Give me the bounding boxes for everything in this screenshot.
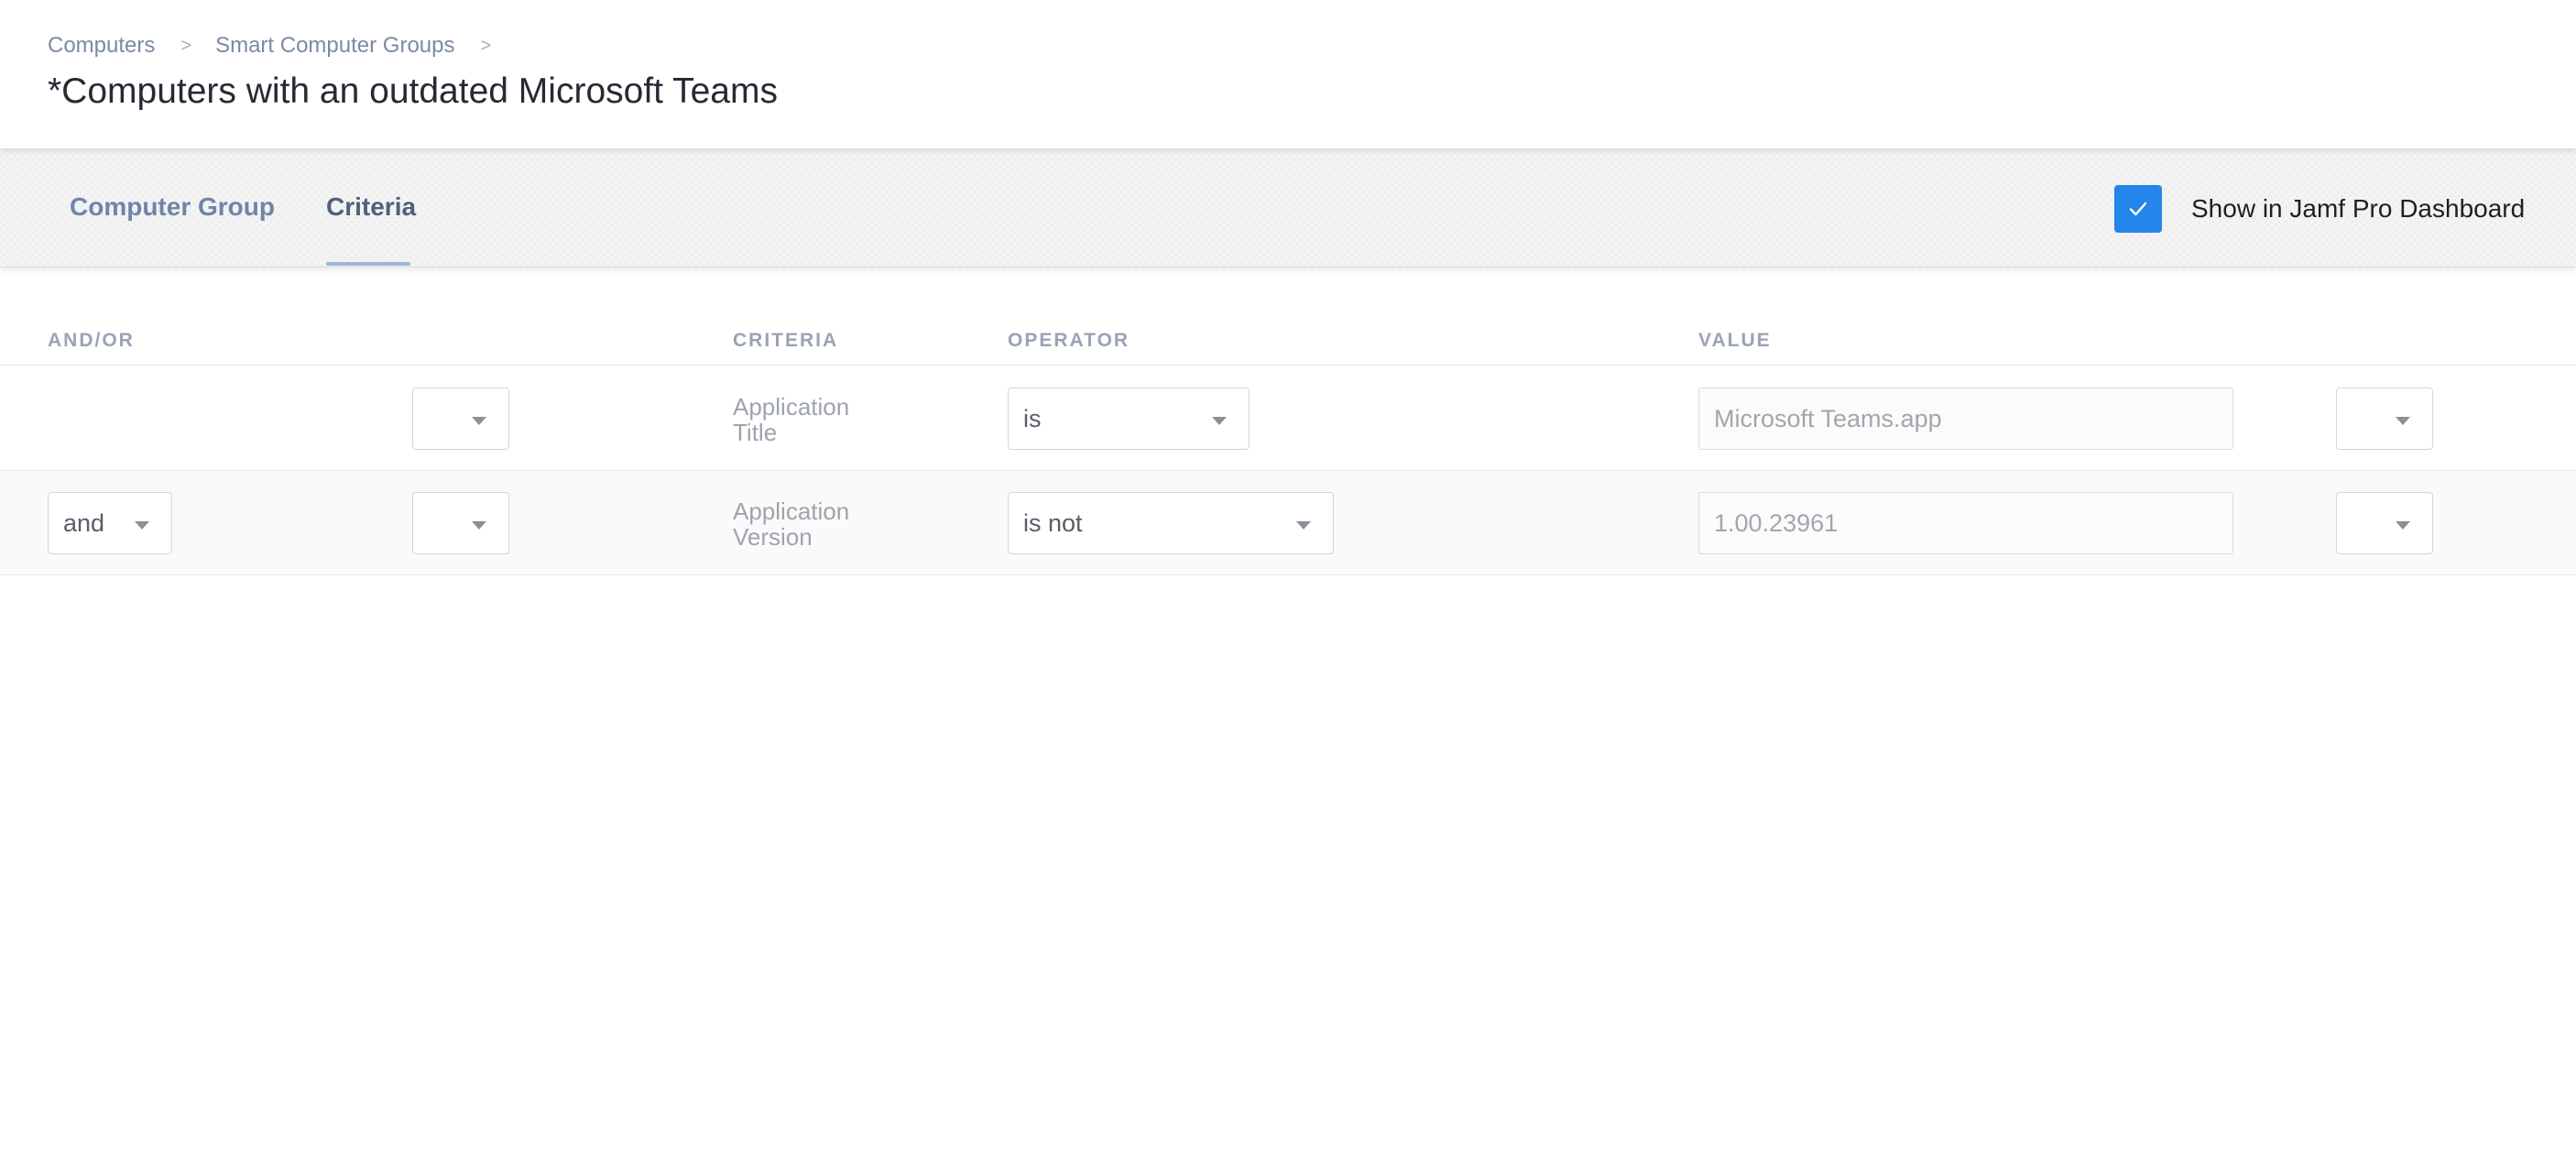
table-row: and Application Version is not 1.00.2396…: [0, 471, 2576, 575]
dashboard-checkbox-label: Show in Jamf Pro Dashboard: [2191, 194, 2526, 223]
value-input[interactable]: 1.00.23961: [1698, 492, 2233, 554]
breadcrumb-smart-computer-groups[interactable]: Smart Computer Groups: [215, 33, 454, 59]
page-title: *Computers with an outdated Microsoft Te…: [48, 71, 778, 111]
breadcrumb-computers[interactable]: Computers: [48, 33, 155, 59]
close-paren-select[interactable]: [2336, 388, 2433, 450]
breadcrumb: Computers > Smart Computer Groups >: [48, 33, 515, 59]
column-header-operator: OPERATOR: [1008, 330, 1130, 351]
and-or-select[interactable]: and: [48, 492, 172, 554]
value-input[interactable]: Microsoft Teams.app: [1698, 388, 2233, 450]
column-header-value: VALUE: [1698, 330, 1772, 351]
chevron-down-icon: [472, 417, 486, 425]
breadcrumb-separator: >: [180, 35, 192, 56]
tab-bar: Computer Group Criteria Show in Jamf Pro…: [0, 148, 2576, 268]
open-paren-select[interactable]: [412, 492, 509, 554]
open-paren-select[interactable]: [412, 388, 509, 450]
operator-select[interactable]: is: [1008, 388, 1250, 450]
breadcrumb-separator: >: [480, 35, 492, 56]
column-header-criteria: CRITERIA: [733, 330, 839, 351]
criteria-name: Application Version: [733, 497, 850, 551]
table-row: Application Title is Microsoft Teams.app: [0, 366, 2576, 471]
chevron-down-icon: [1212, 417, 1227, 425]
tab-computer-group[interactable]: Computer Group: [70, 148, 275, 266]
column-header-and-or: AND/OR: [48, 330, 135, 351]
show-in-dashboard-toggle[interactable]: Show in Jamf Pro Dashboard: [2114, 185, 2525, 233]
close-paren-select[interactable]: [2336, 492, 2433, 554]
table-header-row: AND/OR CRITERIA OPERATOR VALUE: [0, 268, 2576, 366]
chevron-down-icon: [135, 521, 149, 530]
active-tab-indicator: [326, 262, 410, 266]
operator-select[interactable]: is not: [1008, 492, 1334, 554]
dashboard-checkbox[interactable]: [2114, 185, 2162, 233]
chevron-down-icon: [1296, 521, 1311, 530]
tab-criteria[interactable]: Criteria: [326, 148, 416, 266]
chevron-down-icon: [472, 521, 486, 530]
chevron-down-icon: [2396, 521, 2410, 530]
criteria-name: Application Title: [733, 393, 850, 446]
checkmark-icon: [2129, 202, 2147, 216]
chevron-down-icon: [2396, 417, 2410, 425]
page-header: Computers > Smart Computer Groups > *Com…: [0, 0, 2576, 148]
